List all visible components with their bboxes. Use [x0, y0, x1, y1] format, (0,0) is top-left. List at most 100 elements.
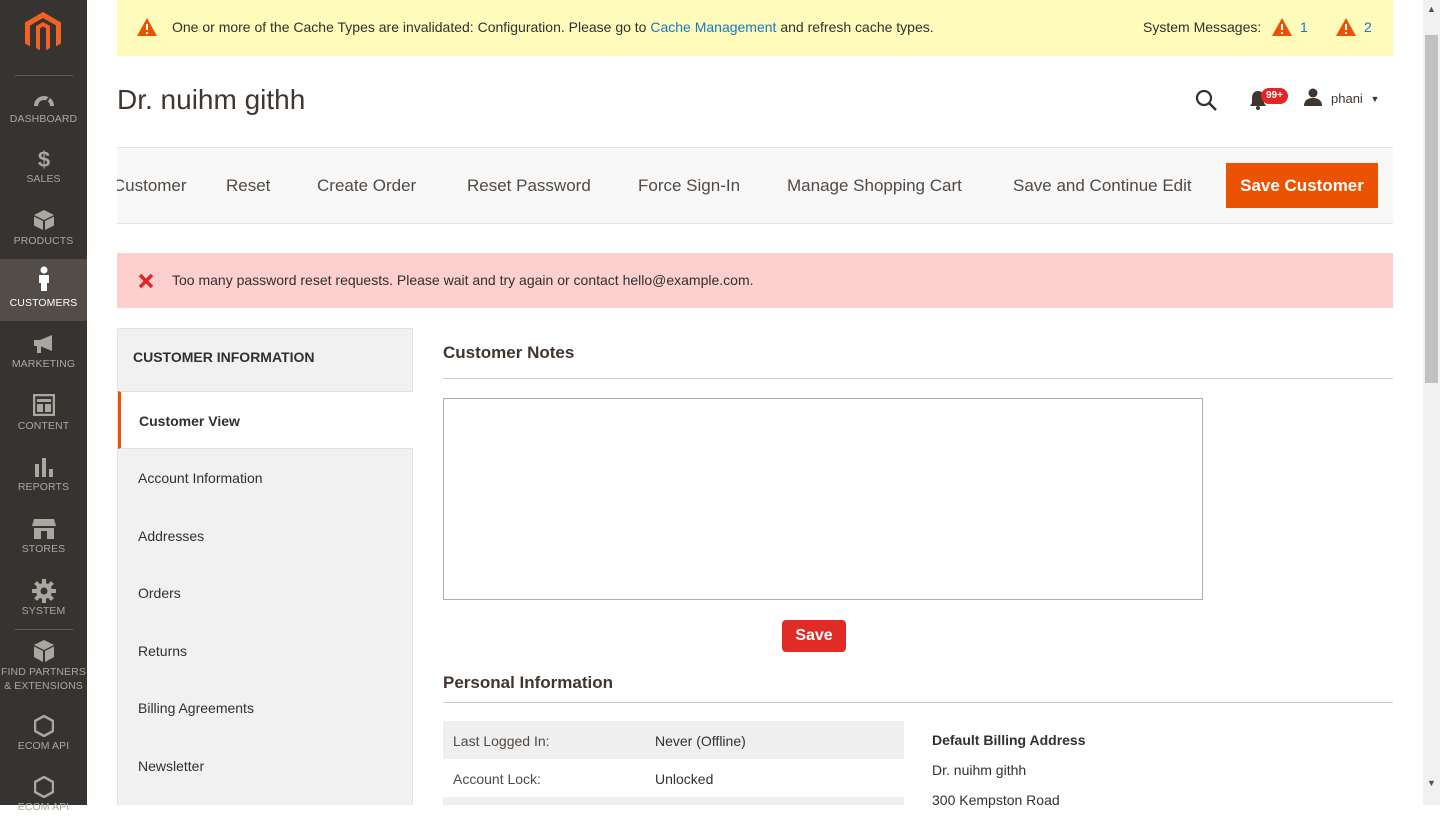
scroll-down-icon[interactable]: ▼: [1427, 778, 1436, 788]
info-label: Last Logged In:: [453, 733, 550, 749]
warning-icon: [137, 18, 157, 36]
scroll-up-icon[interactable]: ▲: [1427, 4, 1436, 14]
sidebar-item-label: CUSTOMERS: [9, 297, 78, 309]
customer-notes-title: Customer Notes: [443, 343, 575, 362]
default-billing-title: Default Billing Address: [932, 732, 1086, 748]
tab-label: Returns: [138, 643, 188, 659]
sidebar-item-label: ECOM API: [17, 801, 70, 813]
customer-notes-textarea[interactable]: [443, 398, 1203, 600]
tabs-title: CUSTOMER INFORMATION: [133, 349, 315, 365]
personal-information-title: Personal Information: [443, 673, 614, 692]
tab-label: Newsletter: [138, 758, 205, 774]
info-row-partial: [443, 797, 904, 805]
delete-customer-button[interactable]: Delete Customer: [117, 176, 187, 196]
reset-password-button[interactable]: Reset Password: [467, 176, 591, 196]
gear-icon: [31, 579, 56, 603]
box-icon: [33, 210, 54, 230]
sidebar-item-label: SALES: [26, 173, 61, 185]
reset-button[interactable]: Reset: [226, 176, 270, 196]
save-customer-button[interactable]: Save Customer: [1226, 163, 1378, 208]
layout-icon: [32, 394, 55, 416]
hexagon-icon: [33, 776, 54, 798]
section-divider: [443, 702, 1393, 703]
sidebar-item-marketing[interactable]: MARKETING: [0, 328, 87, 389]
search-icon[interactable]: [1194, 88, 1218, 112]
sidebar-item-customers[interactable]: CUSTOMERS: [0, 259, 87, 321]
sidebar-item-content[interactable]: CONTENT: [0, 390, 87, 451]
error-x-icon: [138, 273, 154, 289]
sidebar-item-dashboard[interactable]: DASHBOARD: [0, 82, 87, 143]
user-icon[interactable]: [1303, 88, 1323, 106]
sidebar-item-ecom-api-2[interactable]: ECOM API: [0, 773, 87, 834]
dashboard-icon: [33, 96, 54, 106]
system-message-text: One or more of the Cache Types are inval…: [172, 19, 934, 35]
critical-count-link[interactable]: 1: [1300, 19, 1308, 35]
sidebar-divider: [15, 629, 73, 630]
tab-newsletter[interactable]: Newsletter: [118, 737, 413, 795]
page-title: Dr. nuihm githh: [117, 84, 306, 115]
magento-logo[interactable]: [25, 12, 61, 54]
store-icon: [31, 519, 56, 539]
dollar-icon: $: [37, 147, 49, 171]
tab-returns[interactable]: Returns: [118, 622, 413, 680]
notification-badge[interactable]: 99+: [1261, 88, 1288, 104]
tab-label: Billing Agreements: [138, 700, 254, 716]
sidebar-item-reports[interactable]: REPORTS: [0, 452, 87, 513]
save-and-continue-button[interactable]: Save and Continue Edit: [1013, 176, 1192, 196]
info-value: Never (Offline): [655, 733, 746, 749]
create-order-button[interactable]: Create Order: [317, 176, 416, 196]
sidebar-item-label: PRODUCTS: [13, 235, 74, 247]
tab-label: Account Information: [138, 470, 263, 486]
billing-address-line: Dr. nuihm githh: [932, 762, 1027, 778]
sidebar-item-stores[interactable]: STORES: [0, 514, 87, 575]
page-actions-toolbar: Delete Customer Reset Create Order Reset…: [117, 147, 1393, 224]
cache-management-link[interactable]: Cache Management: [650, 19, 776, 35]
tab-orders[interactable]: Orders: [118, 564, 413, 622]
sidebar-item-find-partners[interactable]: FIND PARTNERS & EXTENSIONS: [0, 636, 87, 696]
message-text: and refresh cache types.: [776, 19, 934, 35]
admin-sidebar: DASHBOARD $ SALES PRODUCTS CUSTOMERS MAR…: [0, 0, 87, 813]
critical-warning-icon[interactable]: [1271, 17, 1293, 37]
bar-chart-icon: [34, 458, 53, 477]
sidebar-item-sales[interactable]: $ SALES: [0, 143, 87, 204]
person-icon: [38, 266, 49, 291]
tab-addresses[interactable]: Addresses: [118, 507, 413, 565]
manage-shopping-cart-button[interactable]: Manage Shopping Cart: [787, 176, 962, 196]
extensions-icon: [33, 640, 54, 662]
sidebar-item-ecom-api[interactable]: ECOM API: [0, 712, 87, 773]
info-row-last-logged-in: Last Logged In: Never (Offline): [443, 721, 904, 759]
major-count-link[interactable]: 2: [1364, 19, 1372, 35]
sidebar-item-label: ECOM API: [17, 740, 70, 752]
info-label: Account Lock:: [453, 771, 541, 787]
tab-label: Customer View: [139, 413, 240, 429]
scroll-thumb[interactable]: [1425, 35, 1438, 383]
billing-address-line: 300 Kempston Road: [932, 792, 1060, 808]
sidebar-divider: [15, 75, 73, 76]
section-divider: [443, 378, 1393, 379]
force-sign-in-button[interactable]: Force Sign-In: [638, 176, 740, 196]
sidebar-item-label: & EXTENSIONS: [4, 680, 83, 692]
info-value: Unlocked: [655, 771, 714, 787]
page-scrollbar[interactable]: ▲ ▼: [1423, 0, 1440, 805]
error-message: Too many password reset requests. Please…: [117, 253, 1393, 308]
sidebar-item-products[interactable]: PRODUCTS: [0, 205, 87, 266]
save-notes-button[interactable]: Save: [782, 620, 846, 652]
megaphone-icon: [33, 335, 52, 353]
tab-customer-view[interactable]: Customer View: [118, 391, 413, 449]
sidebar-item-system[interactable]: SYSTEM: [0, 575, 87, 636]
major-warning-icon[interactable]: [1335, 17, 1357, 37]
user-menu[interactable]: phani ▼: [1331, 91, 1379, 106]
sidebar-item-label: REPORTS: [17, 481, 70, 493]
sidebar-item-label: MARKETING: [11, 358, 76, 370]
sidebar-item-label: SYSTEM: [21, 605, 66, 617]
hexagon-icon: [33, 715, 54, 737]
chevron-down-icon: ▼: [1370, 94, 1380, 104]
info-row-account-lock: Account Lock: Unlocked: [443, 759, 904, 797]
message-text: One or more of the Cache Types are inval…: [172, 19, 651, 35]
tab-billing-agreements[interactable]: Billing Agreements: [118, 679, 413, 737]
tab-account-information[interactable]: Account Information: [118, 449, 413, 507]
tab-label: Addresses: [138, 528, 205, 544]
system-messages-label: System Messages:: [1143, 19, 1262, 35]
system-message-bar: One or more of the Cache Types are inval…: [117, 0, 1393, 56]
user-name: phani: [1331, 91, 1363, 106]
